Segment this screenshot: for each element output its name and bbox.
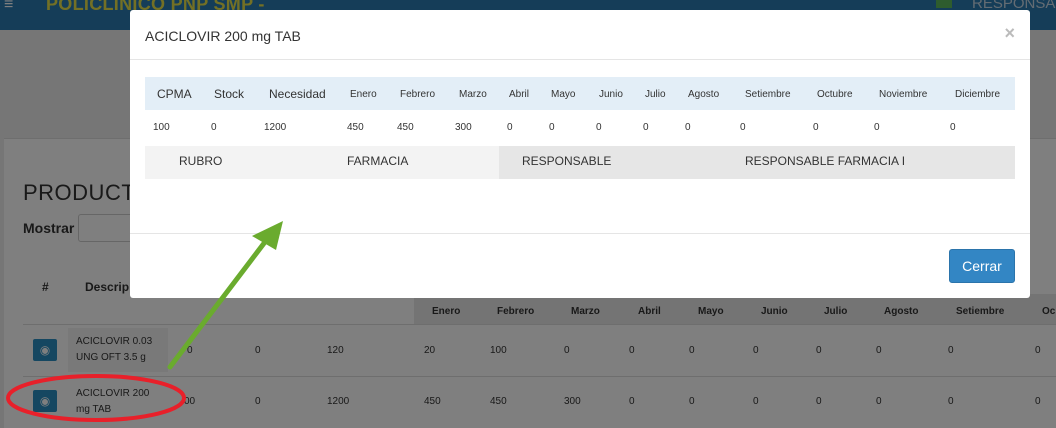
arrow-annotation [167, 221, 283, 370]
highlight-circle [6, 374, 186, 422]
annotation-layer [6, 221, 283, 422]
